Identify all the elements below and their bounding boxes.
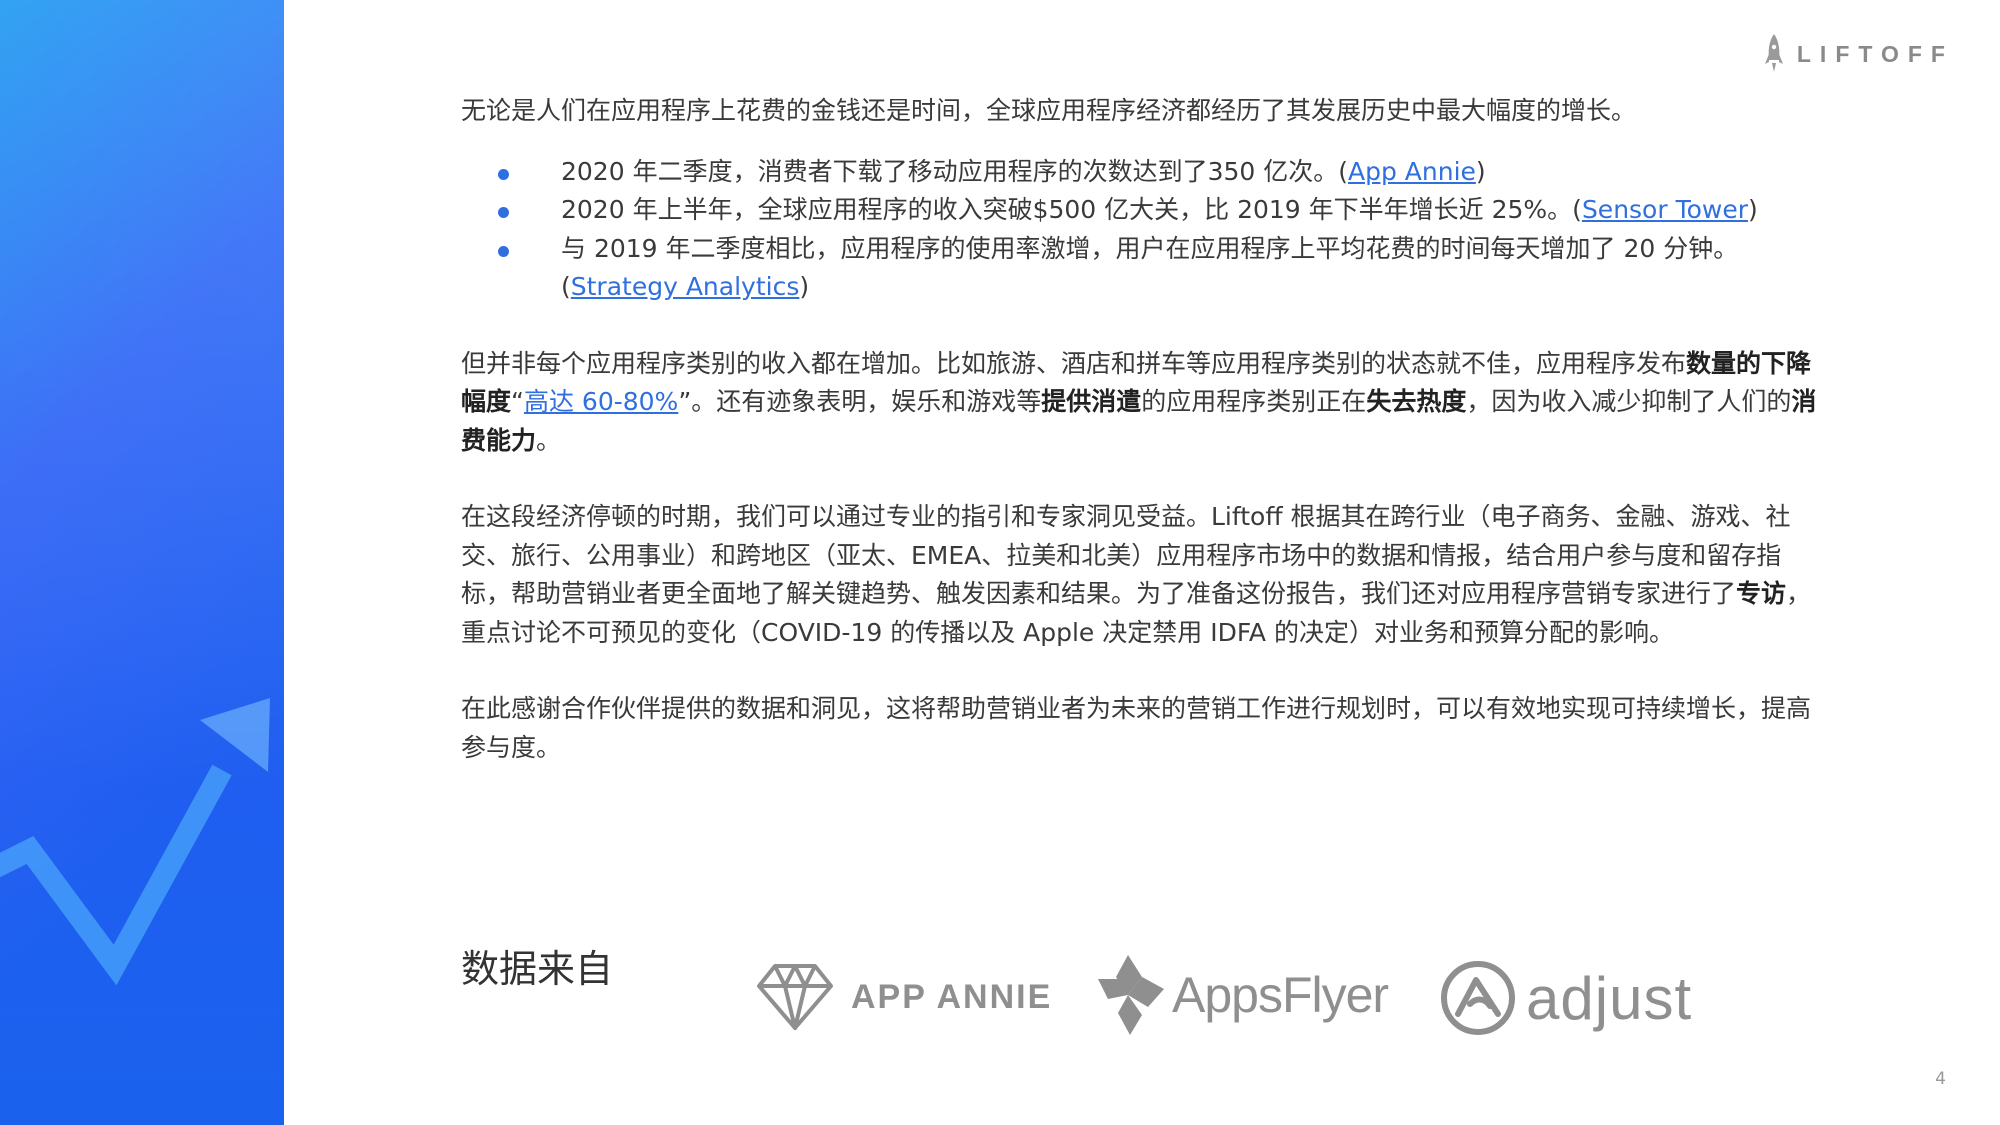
- partner-logo-appsflyer: AppsFlyer: [1098, 955, 1389, 1035]
- thanks-paragraph: 在此感谢合作伙伴提供的数据和洞见，这将帮助营销业者为未来的营销工作进行规划时，可…: [461, 694, 1812, 762]
- text-span: 。: [536, 425, 562, 455]
- text-span: 但并非每个应用程序类别的收入都在增加。比如旅游、酒店和拼车等应用程序类别的状态就…: [461, 348, 1687, 378]
- list-item-text: 2020 年二季度，消费者下载了移动应用程序的次数达到了350 亿次。(: [561, 156, 1348, 186]
- diamond-icon: [757, 964, 833, 1030]
- bullet-icon: [498, 168, 509, 180]
- list-item-text: 2020 年上半年，全球应用程序的收入突破$500 亿大关，比 2019 年下半…: [561, 195, 1582, 224]
- emphasis-text: 失去热度: [1366, 387, 1467, 416]
- source-link-strategy-analytics[interactable]: Strategy Analytics: [571, 272, 800, 301]
- appsflyer-icon: [1098, 955, 1164, 1035]
- liftoff-logo: LIFTOFF: [1763, 32, 1954, 76]
- list-item-close: ): [1475, 156, 1486, 186]
- list-item: 2020 年上半年，全球应用程序的收入突破$500 亿大关，比 2019 年下半…: [461, 191, 1821, 230]
- adjust-icon: [1441, 961, 1515, 1035]
- bullet-icon: [498, 245, 509, 257]
- bullet-icon: [498, 207, 509, 218]
- logo-text: LIFTOFF: [1796, 40, 1954, 67]
- main-content: 无论是人们在应用程序上花费的金钱还是时间，全球应用程序经济都经历了其发展历史中最…: [461, 92, 1821, 767]
- revenue-paragraph: 但并非每个应用程序类别的收入都在增加。比如旅游、酒店和拼车等应用程序类别的状态就…: [461, 345, 1821, 461]
- list-item: 与 2019 年二季度相比，应用程序的使用率激增，用户在应用程序上平均花费的时间…: [461, 230, 1821, 307]
- growth-arrow-icon: [0, 698, 270, 986]
- partner-logo-adjust: adjust: [1440, 960, 1692, 1036]
- text-span: ”。还有迹象表明，娱乐和游戏等: [678, 387, 1042, 416]
- list-item-close: ): [1748, 195, 1758, 224]
- growth-arrow-line: [0, 764, 232, 986]
- partner-name: AppsFlyer: [1172, 967, 1389, 1023]
- text-span: ，因为收入减少抑制了人们的: [1466, 387, 1792, 416]
- side-panel: [0, 0, 284, 1125]
- intro-paragraph: 无论是人们在应用程序上花费的金钱还是时间，全球应用程序经济都经历了其发展历史中最…: [461, 96, 1637, 125]
- rocket-icon: [1764, 34, 1783, 72]
- growth-arrow-head: [200, 698, 270, 772]
- partner-name: APP ANNIE: [851, 977, 1053, 1016]
- page-number: 4: [1935, 1069, 1946, 1089]
- sources-title: 数据来自: [461, 947, 614, 991]
- methodology-paragraph: 在这段经济停顿的时期，我们可以通过专业的指引和专家洞见受益。Liftoff 根据…: [461, 498, 1821, 652]
- partner-name: adjust: [1526, 964, 1693, 1032]
- partner-logo-app-annie: APP ANNIE: [755, 962, 1052, 1032]
- source-link-sensor-tower[interactable]: Sensor Tower: [1582, 195, 1748, 224]
- list-item: 2020 年二季度，消费者下载了移动应用程序的次数达到了350 亿次。(App …: [461, 153, 1821, 192]
- text-span: 在这段经济停顿的时期，我们可以通过专业的指引和专家洞见受益。Liftoff 根据…: [461, 502, 1791, 608]
- source-link-app-annie[interactable]: App Annie: [1348, 157, 1476, 186]
- decline-rate-link[interactable]: 高达 60-80%: [524, 387, 678, 416]
- text-span: 的应用程序类别正在: [1141, 387, 1367, 416]
- emphasis-text: 提供消遣: [1041, 387, 1142, 416]
- stats-list: 2020 年二季度，消费者下载了移动应用程序的次数达到了350 亿次。(App …: [461, 153, 1821, 307]
- text-span: “: [511, 387, 524, 416]
- emphasis-text: 专访: [1736, 579, 1787, 608]
- list-item-close: ): [799, 272, 810, 301]
